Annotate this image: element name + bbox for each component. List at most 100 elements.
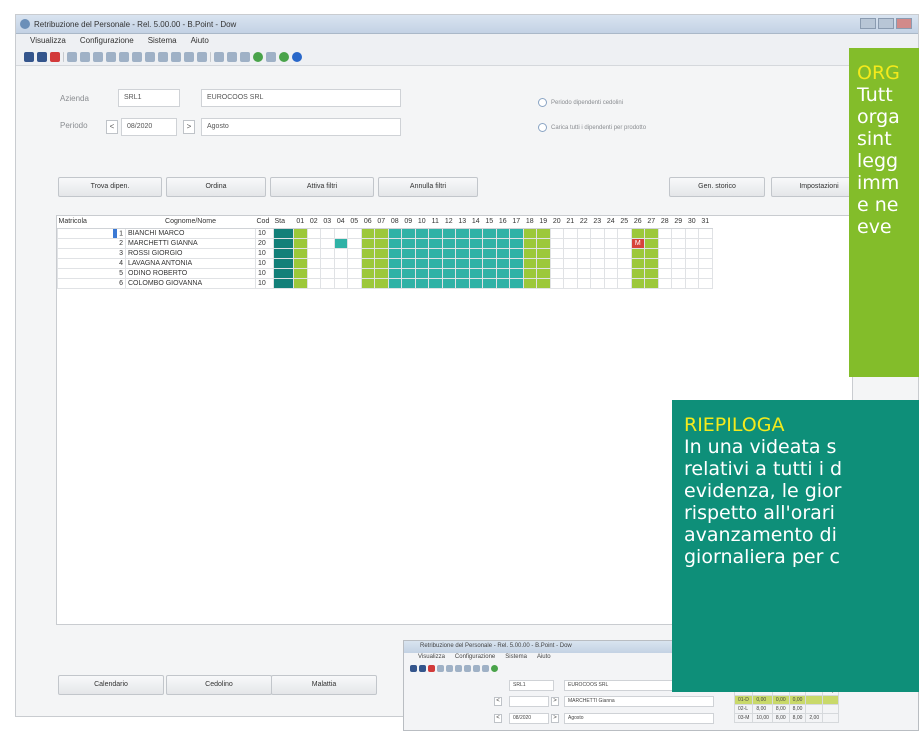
inset-dipendente-field[interactable] xyxy=(509,696,549,707)
day-cell[interactable] xyxy=(617,267,632,279)
sta-cell[interactable] xyxy=(273,267,294,279)
grid-icon[interactable] xyxy=(145,51,155,62)
day-cell[interactable] xyxy=(441,247,456,259)
day-cell[interactable] xyxy=(603,237,618,249)
day-cell[interactable] xyxy=(441,277,456,289)
day-cell[interactable] xyxy=(495,227,510,239)
grid-icon[interactable] xyxy=(171,51,181,62)
day-cell[interactable] xyxy=(536,237,551,249)
day-cell[interactable] xyxy=(549,277,564,289)
day-cell[interactable] xyxy=(563,277,578,289)
day-cell[interactable] xyxy=(671,267,686,279)
day-cell[interactable] xyxy=(455,237,470,249)
day-cell[interactable] xyxy=(293,247,308,259)
day-cell[interactable] xyxy=(684,247,699,259)
day-cell[interactable] xyxy=(374,267,389,279)
day-cell[interactable] xyxy=(320,277,335,289)
day-cell[interactable] xyxy=(495,277,510,289)
tool-icon[interactable] xyxy=(80,51,90,62)
malattia-button[interactable]: Malattia xyxy=(271,675,377,695)
day-cell[interactable] xyxy=(468,277,483,289)
day-cell[interactable] xyxy=(671,277,686,289)
day-cell[interactable] xyxy=(306,237,321,249)
day-cell[interactable] xyxy=(441,257,456,269)
inset-menu-aiuto[interactable]: Aiuto xyxy=(537,654,551,662)
day-cell[interactable] xyxy=(671,257,686,269)
sta-cell[interactable] xyxy=(273,257,294,269)
day-cell[interactable] xyxy=(333,237,348,249)
day-cell[interactable] xyxy=(509,267,524,279)
annulla-filtri-button[interactable]: Annulla filtri xyxy=(378,177,478,197)
day-cell[interactable] xyxy=(428,277,443,289)
day-cell[interactable] xyxy=(333,257,348,269)
day-cell[interactable] xyxy=(293,227,308,239)
day-cell[interactable] xyxy=(549,267,564,279)
day-cell[interactable] xyxy=(509,277,524,289)
inset-menu-sistema[interactable]: Sistema xyxy=(505,654,527,662)
day-cell[interactable] xyxy=(293,267,308,279)
day-cell[interactable] xyxy=(630,227,645,239)
grid-icon[interactable] xyxy=(482,665,489,672)
periodo-field[interactable]: 08/2020 xyxy=(121,118,177,136)
calendario-button[interactable]: Calendario xyxy=(58,675,164,695)
day-cell[interactable] xyxy=(522,247,537,259)
day-cell[interactable] xyxy=(455,247,470,259)
day-cell[interactable] xyxy=(657,267,672,279)
day-cell[interactable] xyxy=(374,257,389,269)
day-cell[interactable] xyxy=(671,227,686,239)
day-cell[interactable] xyxy=(698,237,713,249)
sta-cell[interactable] xyxy=(273,237,294,249)
day-cell[interactable] xyxy=(644,267,659,279)
day-cell[interactable] xyxy=(387,227,402,239)
day-cell[interactable] xyxy=(698,257,713,269)
periodo-next-button[interactable]: > xyxy=(183,120,195,134)
day-cell[interactable] xyxy=(387,247,402,259)
settings-icon[interactable] xyxy=(279,51,289,62)
day-cell[interactable] xyxy=(347,267,362,279)
inset-table-row[interactable]: 02-L 8,00 8,00 8,00 xyxy=(733,704,840,714)
inset-mese-field[interactable]: Agosto xyxy=(564,713,714,724)
menu-visualizza[interactable]: Visualizza xyxy=(30,34,66,48)
day-cell[interactable] xyxy=(576,267,591,279)
day-cell[interactable] xyxy=(603,277,618,289)
day-cell[interactable] xyxy=(698,247,713,259)
tool-icon[interactable] xyxy=(67,51,77,62)
inset-dipendente-name[interactable]: MARCHETTI Gianna xyxy=(564,696,714,707)
inset-periodo-field[interactable]: 08/2020 xyxy=(509,713,549,724)
inset-table-row[interactable]: 03-M 10,00 8,00 8,00 2,00 xyxy=(733,713,840,723)
day-cell[interactable] xyxy=(360,277,375,289)
day-cell[interactable] xyxy=(549,227,564,239)
day-cell[interactable] xyxy=(576,237,591,249)
day-cell[interactable] xyxy=(468,257,483,269)
day-cell[interactable] xyxy=(333,277,348,289)
day-cell[interactable] xyxy=(495,237,510,249)
day-cell[interactable] xyxy=(495,247,510,259)
day-cell[interactable] xyxy=(468,247,483,259)
day-cell[interactable] xyxy=(684,257,699,269)
day-cell[interactable] xyxy=(657,247,672,259)
day-cell[interactable] xyxy=(455,277,470,289)
inset-periodo-next-button[interactable]: > xyxy=(551,714,559,723)
day-cell[interactable] xyxy=(387,277,402,289)
inset-periodo-prev-button[interactable]: < xyxy=(494,714,502,723)
day-cell[interactable] xyxy=(306,277,321,289)
refresh-icon[interactable] xyxy=(491,665,498,672)
day-cell[interactable] xyxy=(482,237,497,249)
tool-icon[interactable] xyxy=(132,51,142,62)
day-cell[interactable] xyxy=(657,237,672,249)
day-cell[interactable] xyxy=(698,267,713,279)
day-cell[interactable] xyxy=(428,267,443,279)
azienda-code-field[interactable]: SRL1 xyxy=(118,89,180,107)
day-cell[interactable] xyxy=(333,227,348,239)
day-cell[interactable] xyxy=(590,247,605,259)
day-cell[interactable] xyxy=(387,267,402,279)
day-cell[interactable] xyxy=(401,277,416,289)
day-cell[interactable] xyxy=(536,277,551,289)
day-cell[interactable] xyxy=(617,247,632,259)
day-cell[interactable] xyxy=(306,227,321,239)
azienda-name-field[interactable]: EUROCOOS SRL xyxy=(201,89,401,107)
day-cell[interactable] xyxy=(468,267,483,279)
print-icon[interactable] xyxy=(24,51,34,62)
grid-icon[interactable] xyxy=(184,51,194,62)
day-cell[interactable] xyxy=(320,257,335,269)
